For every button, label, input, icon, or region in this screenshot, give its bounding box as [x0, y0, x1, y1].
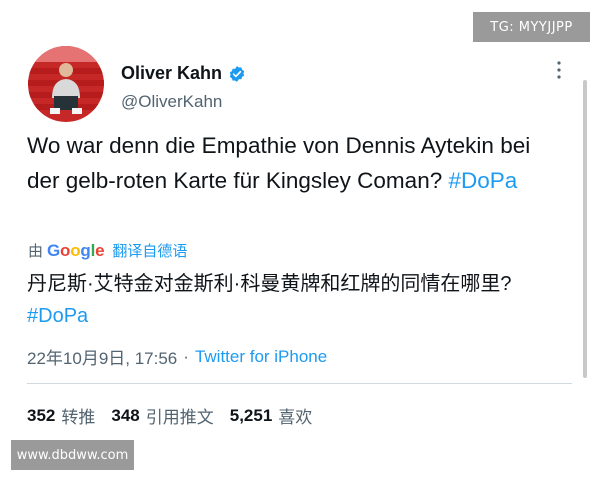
- source-link[interactable]: Twitter for iPhone: [195, 347, 327, 367]
- likes-label: 喜欢: [278, 408, 313, 427]
- engagement-stats: 352 转推 348 引用推文 5,251 喜欢: [27, 403, 328, 428]
- retweets-label: 转推: [61, 408, 96, 427]
- translated-body: 丹尼斯·艾特金对金斯利·科曼黄牌和红牌的同情在哪里?: [27, 273, 512, 295]
- quotes-count: 348: [111, 405, 140, 425]
- likes-stat[interactable]: 5,251 喜欢: [230, 403, 313, 428]
- profile-photo: [28, 46, 104, 122]
- tweet-hashtag[interactable]: #DoPa: [448, 168, 517, 193]
- author-handle[interactable]: @OliverKahn: [121, 92, 222, 112]
- scrollbar[interactable]: [583, 80, 587, 378]
- tweet-text: Wo war denn die Empathie von Dennis Ayte…: [27, 128, 567, 198]
- timestamp[interactable]: 22年10月9日, 17:56: [27, 344, 177, 369]
- author-name-row[interactable]: Oliver Kahn: [121, 63, 246, 84]
- google-logo: Google: [47, 240, 105, 260]
- likes-count: 5,251: [229, 405, 273, 425]
- translation-attribution[interactable]: 由 Google 翻译自德语: [28, 240, 187, 261]
- quotes-label: 引用推文: [145, 408, 214, 427]
- divider: [27, 383, 572, 384]
- avatar[interactable]: [28, 46, 104, 122]
- tweet-meta: 22年10月9日, 17:56 · Twitter for iPhone: [27, 344, 327, 369]
- watermark-bottom-left: www.dbdww.com: [11, 440, 134, 470]
- author-name[interactable]: Oliver Kahn: [121, 63, 222, 84]
- translated-text: 丹尼斯·艾特金对金斯利·科曼黄牌和红牌的同情在哪里? #DoPa: [27, 268, 572, 332]
- quotes-stat[interactable]: 348 引用推文: [111, 403, 213, 428]
- watermark-top-right: TG: MYYJJPP: [473, 12, 590, 42]
- translated-by-label: 由: [28, 243, 44, 260]
- meta-separator: ·: [183, 346, 189, 366]
- retweets-stat[interactable]: 352 转推: [27, 403, 95, 428]
- translated-hashtag[interactable]: #DoPa: [27, 300, 572, 332]
- verified-badge-icon: [229, 65, 245, 82]
- more-options-icon[interactable]: [556, 60, 562, 80]
- translate-action[interactable]: 翻译自德语: [112, 240, 187, 261]
- retweets-count: 352: [27, 405, 56, 425]
